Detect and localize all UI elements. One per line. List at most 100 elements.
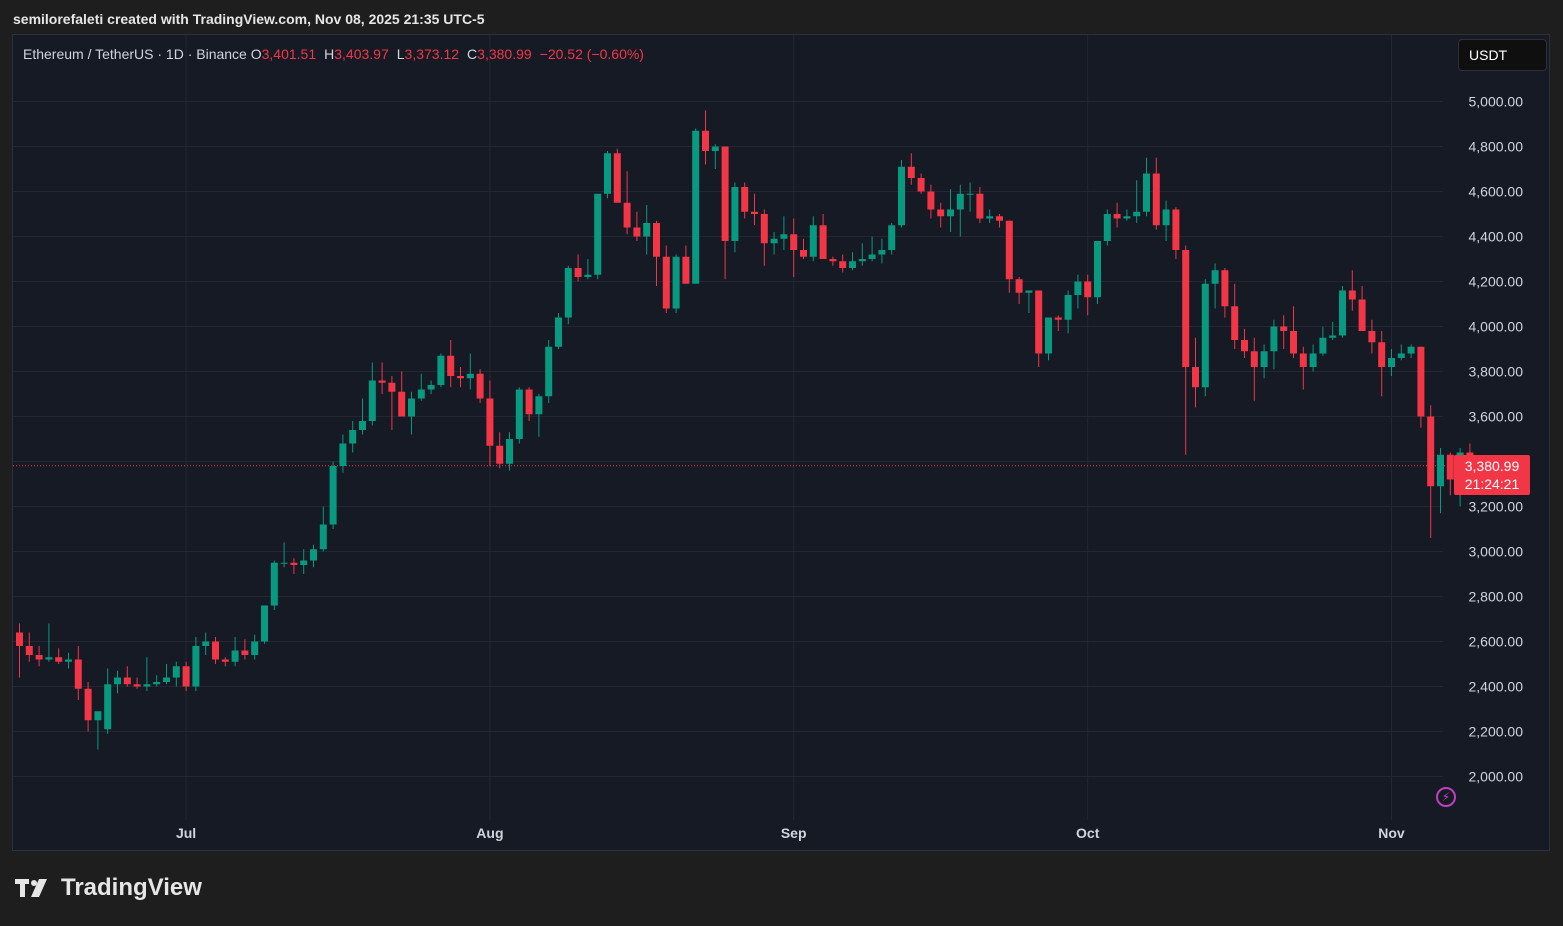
candle-body[interactable] (310, 549, 317, 561)
candle-body[interactable] (702, 130, 709, 151)
candle-body[interactable] (447, 355, 455, 376)
candle-body[interactable] (84, 688, 92, 721)
candle-body[interactable] (1123, 216, 1131, 219)
candle-body[interactable] (1133, 211, 1141, 217)
candle-body[interactable] (1407, 346, 1415, 354)
candle-body[interactable] (74, 659, 82, 689)
candle-body[interactable] (1280, 326, 1288, 332)
candle-body[interactable] (1388, 358, 1395, 367)
candle-body[interactable] (1152, 173, 1160, 226)
currency-selector[interactable]: USDT (1458, 39, 1547, 71)
candle-body[interactable] (564, 268, 572, 318)
candle-body[interactable] (555, 317, 562, 347)
candle-body[interactable] (976, 193, 984, 219)
chart-panel[interactable]: 5,000.00 4,800.00 4,600.00 4,400.00 4,200.00… (12, 34, 1550, 851)
candle-body[interactable] (427, 385, 435, 390)
candle-body[interactable] (1211, 270, 1219, 284)
candle-body[interactable] (1015, 279, 1023, 293)
candle-body[interactable] (584, 274, 592, 277)
candle-body[interactable] (545, 346, 553, 397)
candle-body[interactable] (172, 666, 180, 678)
candle-body[interactable] (1064, 295, 1072, 320)
candle-body[interactable] (692, 130, 700, 284)
candle-body[interactable] (466, 373, 474, 379)
candle-body[interactable] (819, 225, 827, 259)
candle-body[interactable] (476, 373, 484, 399)
candle-body[interactable] (594, 193, 602, 275)
candle-body[interactable] (947, 209, 954, 217)
candle-body[interactable] (1094, 241, 1101, 298)
candle-body[interactable] (65, 659, 72, 662)
candle-body[interactable] (1172, 209, 1180, 251)
candle-body[interactable] (956, 193, 964, 210)
candle-body[interactable] (1005, 220, 1013, 280)
candlestick-chart[interactable]: 5,000.00 4,800.00 4,600.00 4,400.00 4,200.00… (13, 35, 1549, 850)
candle-body[interactable] (760, 214, 768, 244)
candle-body[interactable] (35, 655, 43, 660)
candle-body[interactable] (1054, 317, 1062, 320)
candle-body[interactable] (1299, 353, 1307, 368)
candle-body[interactable] (16, 632, 23, 647)
candle-body[interactable] (231, 650, 239, 662)
candle-body[interactable] (1309, 353, 1317, 368)
candle-body[interactable] (721, 146, 729, 242)
candle-body[interactable] (809, 225, 817, 257)
candle-body[interactable] (329, 466, 337, 525)
candle-body[interactable] (241, 650, 249, 656)
candle-body[interactable] (1378, 342, 1386, 367)
candle-body[interactable] (917, 178, 925, 192)
candle-body[interactable] (1339, 290, 1346, 336)
candle-body[interactable] (604, 153, 611, 194)
candle-body[interactable] (839, 261, 847, 268)
candle-body[interactable] (163, 677, 170, 683)
candle-body[interactable] (751, 211, 758, 214)
candle-body[interactable] (711, 146, 719, 152)
candle-body[interactable] (662, 256, 670, 309)
candle-body[interactable] (1427, 416, 1435, 487)
candle-body[interactable] (1368, 331, 1376, 343)
candle-body[interactable] (1074, 281, 1082, 296)
candle-body[interactable] (1446, 454, 1454, 480)
candle-body[interactable] (1358, 299, 1366, 332)
candle-body[interactable] (417, 389, 425, 399)
symbol-label[interactable]: Ethereum / TetherUS · 1D · Binance (23, 46, 247, 62)
candle-body[interactable] (966, 193, 974, 195)
candle-body[interactable] (800, 250, 807, 257)
candle-body[interactable] (927, 191, 935, 210)
candle-body[interactable] (1103, 214, 1111, 241)
candle-body[interactable] (104, 684, 112, 730)
candle-body[interactable] (1113, 214, 1121, 219)
candle-body[interactable] (633, 227, 641, 237)
candle-body[interactable] (1045, 317, 1052, 354)
candle-body[interactable] (515, 389, 523, 440)
candle-body[interactable] (1192, 367, 1199, 388)
candle-body[interactable] (261, 605, 268, 642)
candle-body[interactable] (280, 562, 288, 564)
candle-body[interactable] (123, 677, 131, 685)
candle-body[interactable] (643, 223, 651, 237)
candle-body[interactable] (506, 439, 513, 464)
candle-body[interactable] (868, 254, 876, 260)
candle-body[interactable] (339, 443, 347, 467)
candle-body[interactable] (888, 225, 896, 250)
candle-body[interactable] (153, 682, 161, 685)
candle-body[interactable] (368, 380, 376, 422)
candle-body[interactable] (1437, 454, 1444, 487)
candle-body[interactable] (388, 382, 396, 392)
candle-body[interactable] (1270, 326, 1278, 352)
candle-body[interactable] (574, 268, 582, 277)
candle-body[interactable] (251, 641, 259, 656)
candle-body[interactable] (1221, 270, 1229, 307)
candle-body[interactable] (1397, 353, 1405, 359)
candle-body[interactable] (114, 677, 121, 685)
candle-body[interactable] (878, 250, 886, 255)
candle-body[interactable] (672, 256, 680, 309)
candle-body[interactable] (1290, 331, 1297, 354)
candle-body[interactable] (1035, 290, 1043, 354)
candle-body[interactable] (1084, 281, 1092, 298)
candle-body[interactable] (143, 684, 151, 687)
candle-body[interactable] (535, 396, 543, 415)
candle-body[interactable] (1260, 351, 1268, 367)
candle-body[interactable] (25, 646, 33, 655)
candle-body[interactable] (437, 355, 445, 385)
